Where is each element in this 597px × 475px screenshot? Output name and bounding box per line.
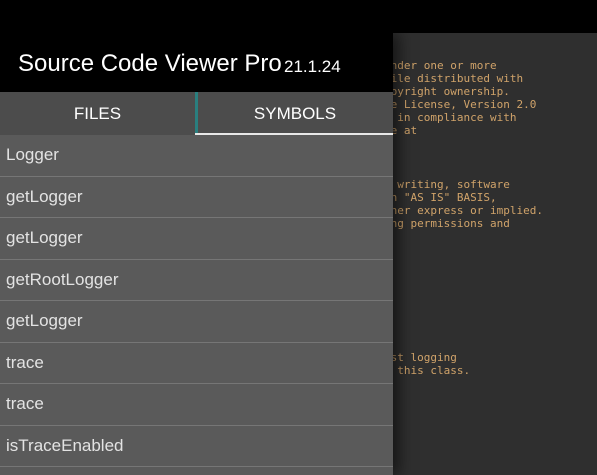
symbol-label: getLogger: [6, 228, 83, 247]
list-item[interactable]: isTraceEnabled: [0, 426, 393, 467]
list-item[interactable]: getRootLogger: [0, 260, 393, 301]
app-title: Source Code Viewer Pro: [18, 50, 282, 77]
code-line: ther express or implied.: [384, 204, 543, 217]
symbol-label: getLogger: [6, 311, 83, 330]
code-line: ing permissions and: [384, 217, 510, 230]
code-line: file distributed with: [384, 72, 524, 85]
list-item[interactable]: getLogger: [0, 301, 393, 343]
code-line: an "AS IS" BASIS,: [384, 191, 497, 204]
drawer-header: Source Code Viewer Pro 21.1.24: [0, 33, 393, 92]
code-line: opyright ownership.: [384, 85, 510, 98]
code-line: n writing, software: [384, 178, 510, 191]
list-item[interactable]: Logger: [0, 135, 393, 177]
list-item[interactable]: getLogger: [0, 177, 393, 218]
code-line: t in compliance with: [384, 111, 517, 124]
list-item[interactable]: getLogger: [0, 218, 393, 260]
navigation-drawer: Source Code Viewer Pro 21.1.24 FILES SYM…: [0, 33, 393, 475]
tab-bar: FILES SYMBOLS: [0, 92, 393, 135]
app-version: 21.1.24: [284, 57, 341, 76]
tab-symbols[interactable]: SYMBOLS: [197, 92, 393, 135]
tab-files[interactable]: FILES: [0, 92, 195, 135]
code-line: under one or more: [384, 59, 497, 72]
app-screen: under one or more file distributed with …: [0, 0, 597, 475]
symbol-label: getRootLogger: [6, 269, 119, 289]
list-item[interactable]: trace: [0, 384, 393, 426]
symbol-label: getLogger: [6, 186, 83, 206]
symbol-label: isTraceEnabled: [6, 435, 124, 455]
code-line: ost logging: [384, 351, 457, 364]
symbol-label: trace: [6, 394, 44, 413]
code-line: he License, Version 2.0: [384, 98, 537, 111]
symbol-label: trace: [6, 352, 44, 372]
list-item[interactable]: trace: [0, 343, 393, 384]
symbol-label: Logger: [6, 145, 59, 164]
code-line: n this class.: [384, 364, 471, 377]
symbol-list[interactable]: Logger getLogger getLogger getRootLogger…: [0, 135, 393, 475]
